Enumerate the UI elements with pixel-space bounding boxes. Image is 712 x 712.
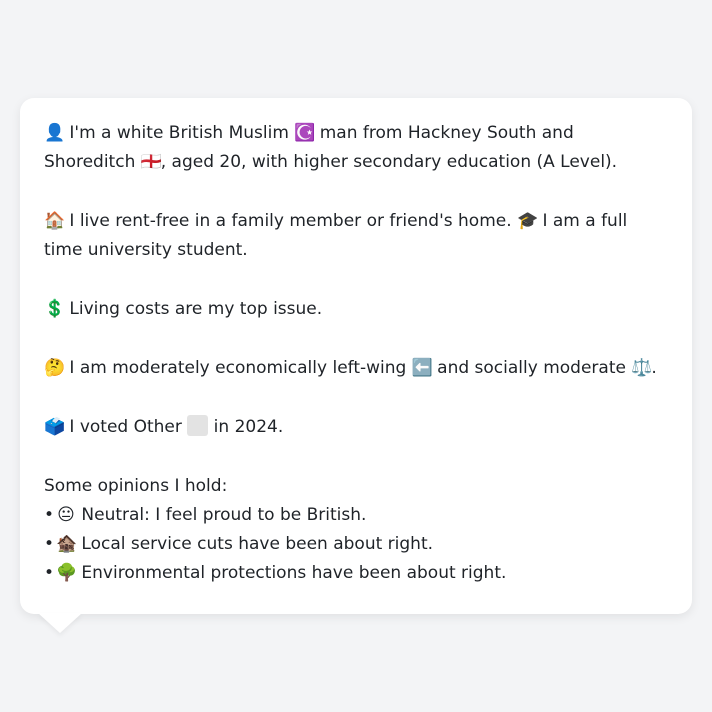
left-arrow-icon: ⬅️	[411, 358, 433, 378]
opinion-item: • 🏚️ Local service cuts have been about r…	[44, 530, 668, 559]
opinion-text: Neutral: I feel proud to be British.	[76, 505, 367, 525]
person-icon: 👤	[44, 123, 66, 143]
other-party-swatch	[187, 415, 209, 436]
opinions-list: • 😐 Neutral: I feel proud to be British. …	[44, 501, 668, 588]
opinion-text: Environmental protections have been abou…	[76, 563, 507, 583]
ideology-line: 🤔 I am moderately economically left-wing…	[44, 354, 668, 383]
opinion-item: • 🌳 Environmental protections have been a…	[44, 559, 668, 588]
vote-line: 🗳️ I voted Other in 2024.	[44, 413, 668, 442]
bullet-icon: •	[44, 534, 55, 554]
tree-icon: 🌳	[56, 563, 78, 583]
ideology-text-c: .	[651, 358, 657, 378]
top-issue-text: Living costs are my top issue.	[64, 299, 323, 319]
speech-bubble-tail	[38, 613, 82, 633]
vote-text-a: I voted Other	[64, 417, 188, 437]
bullet-icon: •	[44, 563, 55, 583]
housing-line: 🏠 I live rent-free in a family member or…	[44, 207, 668, 265]
top-issue-line: 💲 Living costs are my top issue.	[44, 295, 668, 324]
opinion-item: • 😐 Neutral: I feel proud to be British.	[44, 501, 668, 530]
identity-line: 👤 I'm a white British Muslim ☪️ man from…	[44, 119, 668, 177]
thinking-face-icon: 🤔	[44, 358, 66, 378]
persona-card: 👤 I'm a white British Muslim ☪️ man from…	[20, 98, 692, 614]
england-flag-icon: 🏴󠁧󠁢󠁥󠁮󠁧󠁿	[140, 152, 162, 172]
graduation-cap-icon: 🎓	[517, 211, 539, 231]
housing-text-a: I live rent-free in a family member or f…	[64, 211, 518, 231]
ballot-box-icon: 🗳️	[44, 417, 66, 437]
ideology-text-a: I am moderately economically left-wing	[64, 358, 412, 378]
identity-text-c: , aged 20, with higher secondary educati…	[160, 152, 618, 172]
balance-scale-icon: ⚖️	[631, 358, 653, 378]
star-crescent-icon: ☪️	[294, 123, 316, 143]
opinions-section: Some opinions I hold: • 😐 Neutral: I feel…	[44, 472, 668, 588]
bullet-icon: •	[44, 505, 55, 525]
ideology-text-b: and socially moderate	[431, 358, 632, 378]
dollar-icon: 💲	[44, 299, 66, 319]
house-icon: 🏠	[44, 211, 66, 231]
opinion-text: Local service cuts have been about right…	[76, 534, 434, 554]
opinions-heading: Some opinions I hold:	[44, 476, 228, 496]
vote-text-b: in 2024.	[208, 417, 284, 437]
neutral-face-icon: 😐	[57, 505, 75, 525]
derelict-house-icon: 🏚️	[56, 534, 78, 554]
identity-text-a: I'm a white British Muslim	[64, 123, 295, 143]
